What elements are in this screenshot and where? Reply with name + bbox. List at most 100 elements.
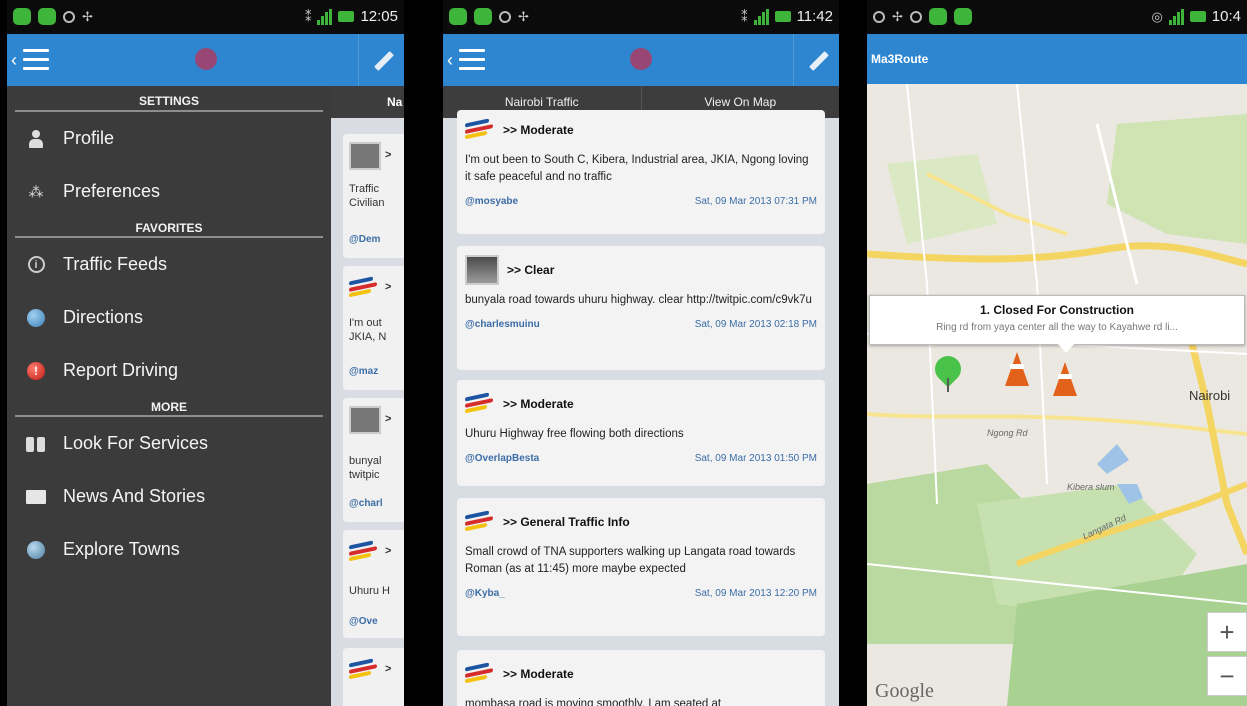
- card-text: twitpic: [349, 469, 380, 481]
- location-icon: [63, 10, 75, 23]
- card-handle[interactable]: @charlesmuinu: [465, 319, 540, 330]
- card-handle[interactable]: @mosyabe: [465, 196, 518, 207]
- map-label-kibera: Kibera slum: [1067, 482, 1115, 492]
- drawer-item-label: Traffic Feeds: [63, 254, 168, 274]
- card-handle[interactable]: @Kyba_: [465, 588, 505, 599]
- notification-icon: [928, 8, 947, 25]
- app-title: Ma3Route: [867, 34, 1247, 84]
- traffic-cone-icon[interactable]: [1005, 352, 1029, 386]
- drawer-item-label: Look For Services: [63, 433, 209, 453]
- drawer-item-news-and-stories[interactable]: News And Stories: [7, 470, 331, 523]
- globe-icon: [25, 307, 47, 329]
- card-timestamp: Sat, 09 Mar 2013 01:50 PM: [694, 453, 817, 464]
- pencil-icon: [809, 51, 829, 71]
- card-title: >: [385, 545, 392, 557]
- card-text: Uhuru Highway free flowing both directio…: [465, 428, 684, 440]
- info-icon: i: [25, 254, 47, 276]
- chevron-left-icon: ‹: [11, 50, 17, 70]
- card-handle[interactable]: @Dem: [349, 234, 380, 245]
- notification-icon: [13, 8, 31, 25]
- drawer-item-directions[interactable]: Directions: [7, 291, 331, 344]
- menu-icon: [23, 49, 49, 71]
- card-text: Traffic: [349, 183, 379, 195]
- card-timestamp: Sat, 09 Mar 2013 07:31 PM: [694, 196, 817, 207]
- drawer-item-traffic-feeds[interactable]: i Traffic Feeds: [7, 238, 331, 291]
- signal-icon: [753, 8, 769, 25]
- info-window[interactable]: 1. Closed For Construction Ring rd from …: [869, 295, 1245, 353]
- feed-card[interactable]: >> Moderate mombasa road is moving smoot…: [457, 650, 825, 706]
- card-title: >> Moderate: [503, 397, 574, 411]
- ma3route-logo: [465, 662, 499, 686]
- drawer-item-report-driving[interactable]: ! Report Driving: [7, 344, 331, 397]
- app-logo: [630, 48, 652, 70]
- ma3route-logo: [349, 540, 377, 562]
- wifi-icon: ⁑: [304, 8, 312, 24]
- drawer-item-explore-towns[interactable]: Explore Towns: [7, 523, 331, 576]
- section-header-more: MORE: [15, 397, 323, 417]
- drawer-item-look-for-services[interactable]: Look For Services: [7, 417, 331, 470]
- drawer-item-label: Profile: [63, 128, 115, 148]
- feed-card[interactable]: >> Moderate I'm out been to South C, Kib…: [457, 110, 825, 234]
- list-item[interactable]: > I'm out JKIA, N @maz: [343, 266, 404, 390]
- card-title: >: [385, 663, 392, 675]
- traffic-cone-icon[interactable]: [1053, 362, 1077, 396]
- signal-icon: [1168, 8, 1184, 25]
- section-header-favorites: FAVORITES: [15, 218, 323, 238]
- card-title: >> Moderate: [503, 123, 574, 137]
- location-icon: [499, 10, 511, 23]
- feed-card[interactable]: >> Clear bunyala road towards uhuru high…: [457, 246, 825, 370]
- earth-icon: [25, 539, 47, 561]
- section-header-settings: SETTINGS: [15, 86, 323, 112]
- battery-icon: [338, 11, 355, 22]
- notification-icon: [38, 8, 56, 25]
- drawer-item-preferences[interactable]: ⁂ Preferences: [7, 165, 331, 218]
- map-label-ngong: Ngong Rd: [987, 428, 1028, 438]
- battery-icon: [774, 11, 791, 22]
- info-window-title: 1. Closed For Construction: [979, 303, 1134, 317]
- card-title: >: [385, 149, 392, 161]
- ma3route-logo: [465, 510, 499, 534]
- tab-nairobi-traffic[interactable]: Na: [331, 86, 404, 118]
- person-icon: [25, 128, 47, 150]
- compose-button[interactable]: [358, 34, 404, 86]
- card-handle[interactable]: @OverlapBesta: [465, 453, 539, 464]
- card-handle[interactable]: @maz: [349, 366, 378, 377]
- status-bar: ✢ ⁑ 11:42: [443, 0, 839, 34]
- card-text: Civilian: [349, 197, 385, 209]
- card-title: >: [385, 413, 392, 425]
- list-item[interactable]: > Traffic Civilian @Dem: [343, 134, 404, 258]
- feed-card[interactable]: >> Moderate Uhuru Highway free flowing b…: [457, 380, 825, 486]
- avatar: [349, 142, 381, 170]
- card-text: bunyal: [349, 455, 382, 467]
- drawer-item-label: Directions: [63, 307, 144, 327]
- phone-screen-map: ✢ ◎ 10:4 Ma3Route Nairobi Kibera slum La…: [867, 0, 1247, 706]
- map-view[interactable]: Nairobi Kibera slum Langata Rd Ngong Rd …: [867, 84, 1247, 706]
- sliders-icon: ⁂: [28, 183, 44, 201]
- drawer-item-profile[interactable]: Profile: [7, 112, 331, 165]
- list-item[interactable]: > bunyal twitpic @charl: [343, 398, 404, 522]
- status-time: 12:05: [360, 8, 398, 25]
- feed-card[interactable]: >> General Traffic Info Small crowd of T…: [457, 498, 825, 636]
- zoom-in-button[interactable]: +: [1207, 612, 1247, 652]
- chevron-left-icon: ‹: [447, 50, 453, 70]
- drawer-toggle-button[interactable]: ‹: [11, 44, 57, 76]
- alert-icon: !: [25, 360, 47, 382]
- usb-icon: ✢: [518, 8, 529, 24]
- card-handle[interactable]: @charl: [349, 498, 383, 509]
- compose-button[interactable]: [793, 34, 839, 86]
- zoom-out-button[interactable]: −: [1207, 656, 1247, 696]
- map-label-nairobi: Nairobi: [1189, 388, 1231, 403]
- ma3route-logo: [349, 276, 377, 298]
- drawer-toggle-button[interactable]: ‹: [447, 44, 493, 76]
- list-item[interactable]: >: [343, 648, 404, 706]
- drawer-item-label: Explore Towns: [63, 539, 180, 559]
- traffic-feed: Nairobi Traffic View On Map >> Moderate …: [443, 86, 839, 706]
- card-timestamp: Sat, 09 Mar 2013 12:20 PM: [694, 588, 817, 599]
- phone-screen-feed: ✢ ⁑ 11:42 ‹ Nairobi Traffic View On Map …: [443, 0, 839, 706]
- card-handle[interactable]: @Ove: [349, 616, 378, 627]
- signal-icon: [317, 8, 333, 25]
- card-timestamp: Sat, 09 Mar 2013 02:18 PM: [694, 319, 817, 330]
- phone-screen-menu: ✢ ⁑ 12:05 ‹ SETTINGS Profile ⁂ Preferenc…: [7, 0, 404, 706]
- drawer-item-label: Report Driving: [63, 360, 179, 380]
- list-item[interactable]: > Uhuru H @Ove: [343, 530, 404, 638]
